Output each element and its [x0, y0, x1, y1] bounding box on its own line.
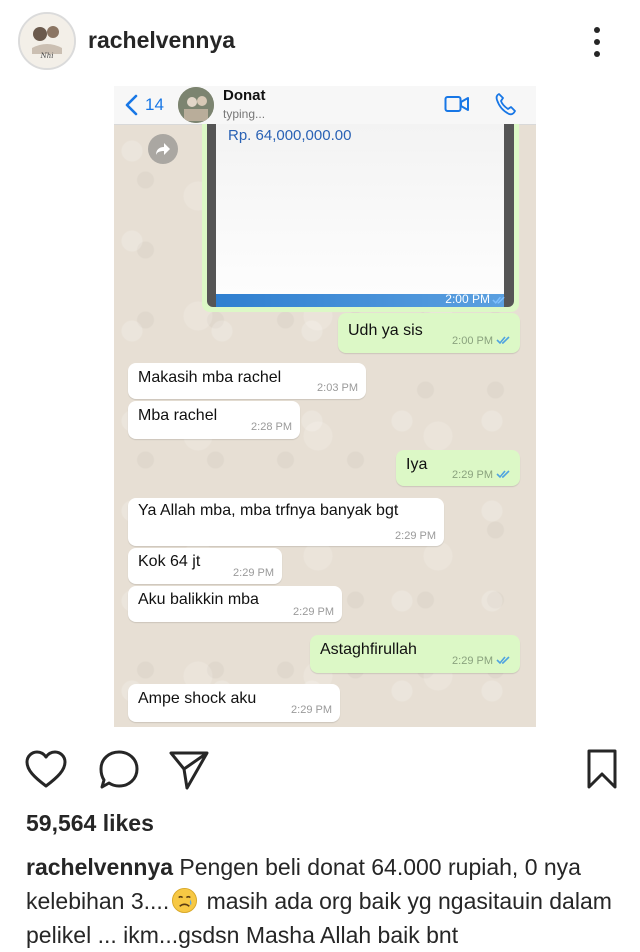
post-photo[interactable]: 14 Donat typing... Rp. 64,000,000.00 2:0… — [0, 86, 640, 727]
message-text: Udh ya sis — [348, 322, 423, 339]
forward-button — [148, 134, 178, 164]
image-timestamp: 2:00 PM — [445, 292, 490, 306]
post-caption: rachelvennya Pengen beli donat 64.000 ru… — [26, 850, 622, 952]
profile-avatar[interactable]: Nhi — [18, 12, 76, 70]
chat-screenshot: 14 Donat typing... Rp. 64,000,000.00 2:0… — [114, 86, 536, 727]
message-text: Mba rachel — [138, 407, 218, 424]
message-bubble: Iya 2:29 PM — [396, 450, 520, 486]
message-text: Ampe shock aku — [138, 690, 257, 707]
message-time: 2:00 PM — [452, 335, 493, 347]
more-options-icon[interactable] — [588, 24, 606, 60]
contact-name: Donat — [223, 87, 266, 104]
message-text: Makasih mba rachel — [138, 369, 282, 386]
contact-status: typing... — [223, 107, 266, 121]
message-time: 2:29 PM — [293, 606, 334, 618]
video-call-icon — [444, 96, 469, 112]
message-bubble: Ya Allah mba, mba trfnya banyak bgt 2:29… — [128, 498, 444, 546]
caption-username[interactable]: rachelvennya — [26, 854, 173, 880]
image-message: Rp. 64,000,000.00 2:00 PM — [202, 124, 519, 312]
read-receipt-icon — [492, 296, 505, 304]
bookmark-icon[interactable] — [586, 749, 618, 789]
forward-arrow-icon — [156, 143, 170, 155]
message-bubble: Aku balikkin mba 2:29 PM — [128, 586, 342, 622]
comment-icon[interactable] — [98, 749, 140, 791]
message-text: Astaghfirullah — [320, 641, 417, 658]
message-bubble: Makasih mba rachel 2:03 PM — [128, 363, 366, 399]
message-time: 2:03 PM — [317, 382, 358, 394]
message-bubble: Udh ya sis 2:00 PM — [338, 313, 520, 353]
read-receipt-icon — [496, 656, 510, 665]
svg-text:Nhi: Nhi — [40, 52, 54, 60]
read-receipt-icon — [496, 470, 510, 479]
message-bubble: Ampe shock aku 2:29 PM — [128, 684, 340, 722]
message-time: 2:29 PM — [395, 530, 436, 542]
header-username[interactable]: rachelvennya — [88, 27, 235, 54]
message-time: 2:29 PM — [233, 567, 274, 579]
image-thumbnail: Rp. 64,000,000.00 2:00 PM — [207, 124, 514, 307]
read-receipt-icon — [496, 336, 510, 345]
phone-call-icon — [495, 93, 516, 116]
like-heart-icon[interactable] — [24, 749, 68, 789]
message-bubble: Mba rachel 2:28 PM — [128, 401, 300, 439]
message-text: Aku balikkin mba — [138, 591, 259, 608]
message-text: Ya Allah mba, mba trfnya banyak bgt — [138, 502, 399, 519]
contact-avatar — [178, 87, 214, 123]
likes-count[interactable]: 59,564 likes — [26, 810, 154, 837]
message-bubble: Astaghfirullah 2:29 PM — [310, 635, 520, 673]
message-bubble: Kok 64 jt 2:29 PM — [128, 548, 282, 584]
message-time: 2:29 PM — [452, 655, 493, 667]
transfer-receipt: Rp. 64,000,000.00 — [216, 124, 504, 294]
transfer-amount: Rp. 64,000,000.00 — [228, 127, 352, 144]
message-time: 2:29 PM — [452, 469, 493, 481]
message-time: 2:28 PM — [251, 421, 292, 433]
post-header: Nhi rachelvennya — [0, 0, 640, 87]
chat-header: 14 Donat typing... — [114, 86, 536, 125]
share-send-icon[interactable] — [168, 749, 210, 791]
post-actions — [0, 727, 640, 813]
crying-face-icon — [172, 887, 198, 914]
message-text: Iya — [406, 456, 428, 473]
message-time: 2:29 PM — [291, 704, 332, 716]
back-chevron-icon — [125, 94, 138, 116]
unread-count: 14 — [145, 95, 164, 114]
message-text: Kok 64 jt — [138, 553, 201, 570]
